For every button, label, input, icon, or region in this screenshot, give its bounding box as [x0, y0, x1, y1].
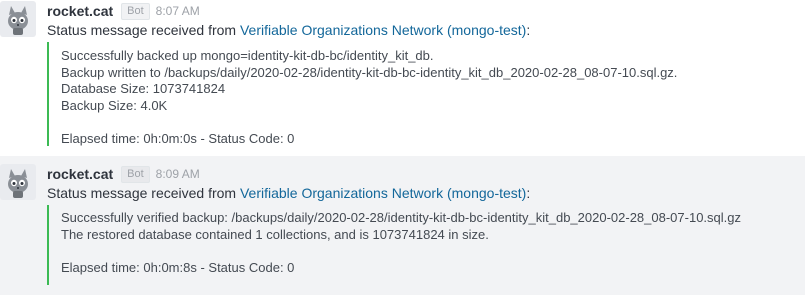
- message-timestamp[interactable]: 8:09 AM: [156, 167, 200, 181]
- robot-cat-avatar-icon[interactable]: [0, 164, 36, 200]
- username[interactable]: rocket.cat: [47, 3, 113, 19]
- attachment-line: Successfully backed up mongo=identity-ki…: [61, 48, 434, 63]
- message-text-suffix: :: [526, 185, 531, 201]
- bot-badge: Bot: [121, 2, 150, 20]
- username[interactable]: rocket.cat: [47, 166, 113, 182]
- message-header: rocket.cat Bot 8:07 AM: [47, 2, 200, 20]
- message: rocket.cat Bot 8:09 AM Status message re…: [0, 156, 805, 295]
- attachment-line: Backup Size: 4.0K: [61, 97, 168, 113]
- message-header: rocket.cat Bot 8:09 AM: [47, 165, 200, 183]
- message-attachment: Successfully verified backup: /backups/d…: [47, 205, 741, 285]
- attachment-line: [61, 243, 741, 260]
- robot-cat-avatar-icon[interactable]: [0, 1, 36, 37]
- attachment-line: Elapsed time: 0h:0m:0s - Status Code: 0: [61, 130, 295, 146]
- attachment-line: Database Size: 1073741824: [61, 81, 226, 96]
- message-timestamp[interactable]: 8:07 AM: [156, 4, 200, 18]
- message: rocket.cat Bot 8:07 AM Status message re…: [0, 0, 805, 156]
- attachment-line: Backup written to /backups/daily/2020-02…: [61, 64, 678, 80]
- message-text: Status message received from Verifiable …: [47, 22, 530, 38]
- organization-link[interactable]: Verifiable Organizations Network (mongo-…: [240, 22, 526, 38]
- organization-link[interactable]: Verifiable Organizations Network (mongo-…: [240, 185, 526, 201]
- attachment-line: [61, 114, 677, 131]
- message-attachment: Successfully backed up mongo=identity-ki…: [47, 42, 677, 146]
- message-text-prefix: Status message received from: [47, 185, 240, 201]
- bot-badge: Bot: [121, 165, 150, 183]
- message-text-suffix: :: [526, 22, 531, 38]
- message-text-prefix: Status message received from: [47, 22, 240, 38]
- attachment-line: Successfully verified backup: /backups/d…: [61, 210, 741, 225]
- attachment-line: The restored database contained 1 collec…: [61, 226, 489, 242]
- attachment-line: Elapsed time: 0h:0m:8s - Status Code: 0: [61, 259, 295, 275]
- message-text: Status message received from Verifiable …: [47, 185, 530, 201]
